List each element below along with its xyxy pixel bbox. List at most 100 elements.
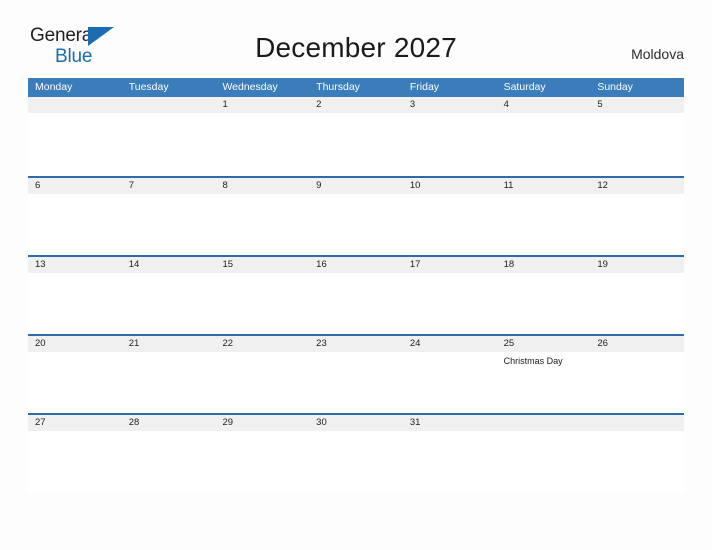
week-days: 1 2 3 4 5 (28, 97, 684, 176)
calendar-day-cell[interactable]: 20 (28, 336, 122, 415)
calendar-day-cell[interactable]: 21 (122, 336, 216, 415)
calendar-week-row: 13 14 15 16 17 18 19 (28, 255, 684, 334)
day-number: 8 (222, 180, 228, 191)
day-number: 21 (128, 338, 140, 349)
calendar-day-cell[interactable] (497, 415, 591, 494)
weekday-header-thursday: Thursday (316, 81, 360, 93)
calendar-day-cell[interactable]: 12 (590, 178, 684, 257)
day-number: 2 (316, 99, 322, 110)
calendar-day-cell[interactable]: 13 (28, 257, 122, 336)
day-number: 7 (128, 180, 135, 191)
calendar-day-cell[interactable]: 28 (122, 415, 216, 494)
calendar-day-cell[interactable]: 7 (122, 178, 216, 257)
day-events (129, 113, 216, 116)
day-number: 17 (409, 259, 421, 270)
calendar-day-cell[interactable]: 24 (403, 336, 497, 415)
day-events (597, 273, 684, 276)
calendar-day-cell[interactable] (590, 415, 684, 494)
day-number: 9 (316, 180, 322, 191)
day-events (410, 431, 497, 434)
calendar-week-row: 27 28 29 30 31 (28, 413, 684, 492)
day-events (35, 113, 122, 116)
calendar-day-cell[interactable]: 18 (497, 257, 591, 336)
calendar-week-row: 6 7 8 9 10 11 12 (28, 176, 684, 255)
day-events (316, 352, 403, 355)
day-events (222, 194, 309, 197)
calendar-day-cell[interactable] (122, 97, 216, 176)
day-number: 10 (409, 180, 421, 191)
day-number: 28 (128, 417, 140, 428)
week-days: 6 7 8 9 10 11 12 (28, 178, 684, 257)
day-events (316, 273, 403, 276)
day-number: 18 (503, 259, 515, 270)
calendar-day-cell[interactable]: 4 (497, 97, 591, 176)
holiday-event-label: Christmas Day (503, 356, 563, 366)
calendar-day-cell[interactable]: 16 (309, 257, 403, 336)
calendar-day-cell[interactable]: 10 (403, 178, 497, 257)
calendar-day-cell[interactable]: 11 (497, 178, 591, 257)
weekday-header-monday: Monday (35, 81, 73, 93)
day-number: 22 (222, 338, 234, 349)
calendar-day-cell[interactable]: 3 (403, 97, 497, 176)
day-events (597, 113, 684, 116)
day-events (35, 194, 122, 197)
calendar-page: General Blue December 2027 Moldova Monda… (0, 0, 712, 550)
page-title: December 2027 (255, 32, 457, 63)
day-events (222, 273, 309, 276)
weekday-header-friday: Friday (409, 81, 440, 93)
calendar-day-cell[interactable]: 17 (403, 257, 497, 336)
day-events (504, 273, 591, 276)
day-number: 19 (597, 259, 608, 270)
day-events (35, 273, 122, 276)
day-events (597, 194, 684, 197)
calendar-day-cell[interactable]: 27 (28, 415, 122, 494)
calendar-day-cell[interactable]: 15 (215, 257, 309, 336)
day-events (129, 194, 216, 197)
day-events (504, 431, 591, 434)
calendar-day-cell[interactable]: 31 (403, 415, 497, 494)
day-number: 15 (222, 259, 234, 270)
day-events (129, 352, 216, 355)
week-days: 20 21 22 23 24 25 Christmas Day 26 (28, 336, 684, 415)
day-number: 4 (503, 99, 509, 110)
calendar-day-cell[interactable]: 30 (309, 415, 403, 494)
day-events (316, 431, 403, 434)
day-number: 1 (222, 99, 228, 110)
weekday-header-wednesday: Wednesday (222, 81, 278, 93)
day-events (410, 273, 497, 276)
day-events (129, 273, 216, 276)
day-events (222, 352, 309, 355)
calendar-week-row: 20 21 22 23 24 25 Christmas Day 26 (28, 334, 684, 413)
day-number: 13 (35, 259, 46, 270)
day-events (504, 113, 591, 116)
calendar-day-cell[interactable]: 6 (28, 178, 122, 257)
day-number: 29 (222, 417, 234, 428)
day-number: 11 (503, 180, 514, 191)
calendar-day-cell[interactable]: 14 (122, 257, 216, 336)
weekday-header-row: Monday Tuesday Wednesday Thursday Friday… (28, 78, 684, 97)
calendar-day-cell[interactable]: 2 (309, 97, 403, 176)
calendar-day-cell[interactable]: 26 (590, 336, 684, 415)
calendar-day-cell[interactable]: 19 (590, 257, 684, 336)
day-number: 20 (35, 338, 46, 349)
calendar-day-cell[interactable]: 23 (309, 336, 403, 415)
day-events (35, 431, 122, 434)
day-events (222, 431, 309, 434)
calendar-grid: Monday Tuesday Wednesday Thursday Friday… (28, 78, 684, 492)
day-number: 12 (597, 180, 608, 191)
calendar-day-cell[interactable]: 29 (215, 415, 309, 494)
calendar-day-cell[interactable]: 9 (309, 178, 403, 257)
day-number: 31 (409, 417, 421, 428)
calendar-day-cell[interactable]: 1 (215, 97, 309, 176)
day-events (410, 352, 497, 355)
week-days: 27 28 29 30 31 (28, 415, 684, 494)
day-events (35, 352, 122, 355)
calendar-day-cell[interactable]: 8 (215, 178, 309, 257)
calendar-weeks: 1 2 3 4 5 6 7 8 9 10 11 12 13 14 15 16 17 18 19 20 21 22 23 24 2… (28, 97, 684, 492)
calendar-day-cell[interactable]: 5 (590, 97, 684, 176)
day-events (597, 431, 684, 434)
calendar-day-cell[interactable] (28, 97, 122, 176)
calendar-day-cell[interactable]: 22 (215, 336, 309, 415)
day-events (129, 431, 216, 434)
calendar-day-cell[interactable]: 25 Christmas Day (497, 336, 591, 415)
